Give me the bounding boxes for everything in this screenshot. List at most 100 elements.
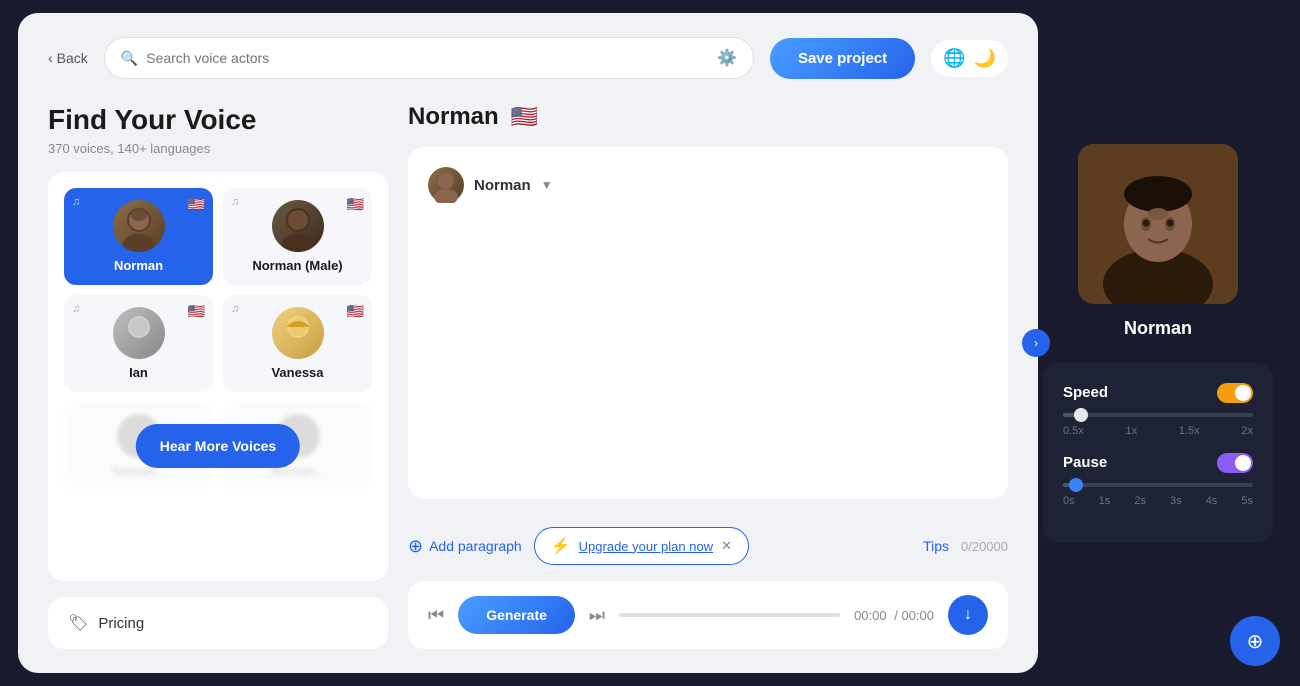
side-panel: › Norman Speed bbox=[1038, 124, 1278, 563]
left-panel: Find Your Voice 370 voices, 140+ languag… bbox=[48, 103, 388, 649]
time-current: 00:00 bbox=[854, 608, 887, 623]
speed-slider-thumb[interactable] bbox=[1074, 408, 1088, 422]
upgrade-label: Upgrade your plan now bbox=[579, 539, 713, 554]
skip-forward-icon[interactable]: ⏭ bbox=[589, 605, 605, 626]
help-button[interactable]: ⊕ bbox=[1230, 616, 1280, 666]
pause-slider-thumb[interactable] bbox=[1069, 478, 1083, 492]
hear-more-button[interactable]: Hear More Voices bbox=[136, 424, 300, 468]
filter-icon[interactable]: ⚙️ bbox=[717, 48, 737, 68]
tips-link[interactable]: Tips bbox=[923, 538, 949, 554]
norman-side-name: Norman bbox=[1124, 318, 1192, 339]
editor-actions: ⊕ Add paragraph ⚡ Upgrade your plan now … bbox=[408, 527, 1008, 565]
selected-voice-flag: 🇺🇸 bbox=[511, 104, 538, 130]
speaker-avatar bbox=[428, 167, 464, 203]
pause-slider-track[interactable] bbox=[1063, 483, 1253, 487]
skip-back-icon[interactable]: ⏮ bbox=[428, 605, 444, 626]
avatar-vanessa bbox=[272, 307, 324, 359]
save-project-button[interactable]: Save project bbox=[770, 38, 915, 79]
find-voice-subtitle: 370 voices, 140+ languages bbox=[48, 141, 388, 156]
control-panel: Speed 0.5x 1x 1.5x 2x Pause bbox=[1043, 363, 1273, 543]
voice-item-ian[interactable]: ♫ 🇺🇸 Ian bbox=[64, 295, 213, 392]
hear-more-label: Hear More Voices bbox=[160, 438, 276, 454]
save-label: Save project bbox=[798, 50, 887, 67]
voice-item-vanessa[interactable]: ♫ 🇺🇸 Vanessa bbox=[223, 295, 372, 392]
sound-icon-ian: ♫ bbox=[72, 303, 80, 315]
help-icon: ⊕ bbox=[1247, 629, 1264, 654]
voice-name-norman-male: Norman (Male) bbox=[252, 258, 342, 273]
editor-speaker: Norman ▼ bbox=[428, 167, 988, 203]
pause-mark-2: 2s bbox=[1134, 495, 1146, 507]
pause-slider-labels: 0s 1s 2s 3s 4s 5s bbox=[1063, 495, 1253, 507]
speed-toggle[interactable] bbox=[1217, 383, 1253, 403]
pause-mark-3: 3s bbox=[1170, 495, 1182, 507]
download-icon: ↓ bbox=[964, 606, 972, 624]
flag-ian: 🇺🇸 bbox=[188, 303, 205, 320]
voice-header: Norman 🇺🇸 bbox=[408, 103, 1008, 131]
add-icon: ⊕ bbox=[408, 536, 423, 557]
voice-name-norman: Norman bbox=[114, 258, 163, 273]
pause-row: Pause bbox=[1063, 453, 1253, 473]
right-panel: Norman 🇺🇸 Norman ▼ bbox=[408, 103, 1008, 649]
editor-textarea[interactable] bbox=[428, 215, 988, 479]
back-label: Back bbox=[57, 50, 88, 66]
speaker-dropdown[interactable]: ▼ bbox=[541, 178, 553, 192]
editor-card: Norman ▼ bbox=[408, 147, 1008, 499]
pricing-card[interactable]: 🏷 Pricing bbox=[48, 597, 388, 649]
back-button[interactable]: ‹ Back bbox=[48, 50, 88, 66]
voice-item-norman-male[interactable]: ♫ 🇺🇸 Norman (Male) bbox=[223, 188, 372, 285]
pause-mark-0: 0s bbox=[1063, 495, 1075, 507]
pause-mark-1: 1s bbox=[1099, 495, 1111, 507]
download-button[interactable]: ↓ bbox=[948, 595, 988, 635]
speed-label: Speed bbox=[1063, 384, 1108, 401]
generate-label: Generate bbox=[486, 607, 547, 623]
search-input[interactable] bbox=[146, 50, 709, 66]
time-display: 00:00 / 00:00 bbox=[854, 608, 934, 623]
flag-vanessa: 🇺🇸 bbox=[347, 303, 364, 320]
sun-icon[interactable]: 🌐 bbox=[943, 48, 965, 69]
search-icon: 🔍 bbox=[121, 50, 138, 67]
speed-toggle-knob bbox=[1235, 385, 1251, 401]
progress-bar[interactable] bbox=[619, 613, 840, 617]
lightning-icon: ⚡ bbox=[551, 536, 571, 556]
sound-icon-norman-male: ♫ bbox=[231, 196, 239, 208]
char-count: 0/20000 bbox=[961, 539, 1008, 554]
pause-mark-4: 4s bbox=[1206, 495, 1218, 507]
find-voice-title: Find Your Voice bbox=[48, 103, 388, 137]
sound-icon-norman: ♫ bbox=[72, 196, 80, 208]
speed-mark-1: 1x bbox=[1126, 425, 1138, 437]
pause-toggle-knob bbox=[1235, 455, 1251, 471]
voice-item-norman[interactable]: ♫ 🇺🇸 Norman bbox=[64, 188, 213, 285]
upgrade-button[interactable]: ⚡ Upgrade your plan now ✕ bbox=[534, 527, 749, 565]
speed-slider-labels: 0.5x 1x 1.5x 2x bbox=[1063, 425, 1253, 437]
avatar-norman-male bbox=[272, 200, 324, 252]
pause-mark-5: 5s bbox=[1241, 495, 1253, 507]
find-voice-section: Find Your Voice 370 voices, 140+ languag… bbox=[48, 103, 388, 156]
voices-grid-card: ♫ 🇺🇸 Norman bbox=[48, 172, 388, 581]
header: ‹ Back 🔍 ⚙️ Save project 🌐 🌙 bbox=[48, 37, 1008, 79]
pause-slider-container: 0s 1s 2s 3s 4s 5s bbox=[1063, 483, 1253, 507]
main-card: ‹ Back 🔍 ⚙️ Save project 🌐 🌙 Find Your V… bbox=[18, 13, 1038, 673]
upgrade-close-icon[interactable]: ✕ bbox=[721, 538, 732, 554]
search-bar: 🔍 ⚙️ bbox=[104, 37, 754, 79]
flag-norman-male: 🇺🇸 bbox=[347, 196, 364, 213]
add-paragraph-button[interactable]: ⊕ Add paragraph bbox=[408, 536, 522, 557]
selected-voice-name: Norman bbox=[408, 103, 499, 131]
pricing-icon: 🏷 bbox=[68, 613, 88, 633]
speed-slider-container: 0.5x 1x 1.5x 2x bbox=[1063, 413, 1253, 437]
add-paragraph-label: Add paragraph bbox=[429, 538, 522, 554]
hear-more-section: Norman... Norman... Hear More Voices bbox=[64, 402, 372, 490]
avatar-ian bbox=[113, 307, 165, 359]
avatar-norman bbox=[113, 200, 165, 252]
speed-slider-track[interactable] bbox=[1063, 413, 1253, 417]
voice-name-vanessa: Vanessa bbox=[271, 365, 323, 380]
generate-button[interactable]: Generate bbox=[458, 596, 575, 634]
back-arrow-icon: ‹ bbox=[48, 50, 53, 66]
moon-icon[interactable]: 🌙 bbox=[974, 48, 996, 69]
speed-mark-2: 1.5x bbox=[1179, 425, 1200, 437]
expand-button[interactable]: › bbox=[1022, 329, 1050, 357]
content-area: Find Your Voice 370 voices, 140+ languag… bbox=[48, 103, 1008, 649]
pause-toggle[interactable] bbox=[1217, 453, 1253, 473]
pause-label: Pause bbox=[1063, 454, 1107, 471]
speed-mark-0: 0.5x bbox=[1063, 425, 1084, 437]
player-card: ⏮ Generate ⏭ 00:00 / 00:00 ↓ bbox=[408, 581, 1008, 649]
